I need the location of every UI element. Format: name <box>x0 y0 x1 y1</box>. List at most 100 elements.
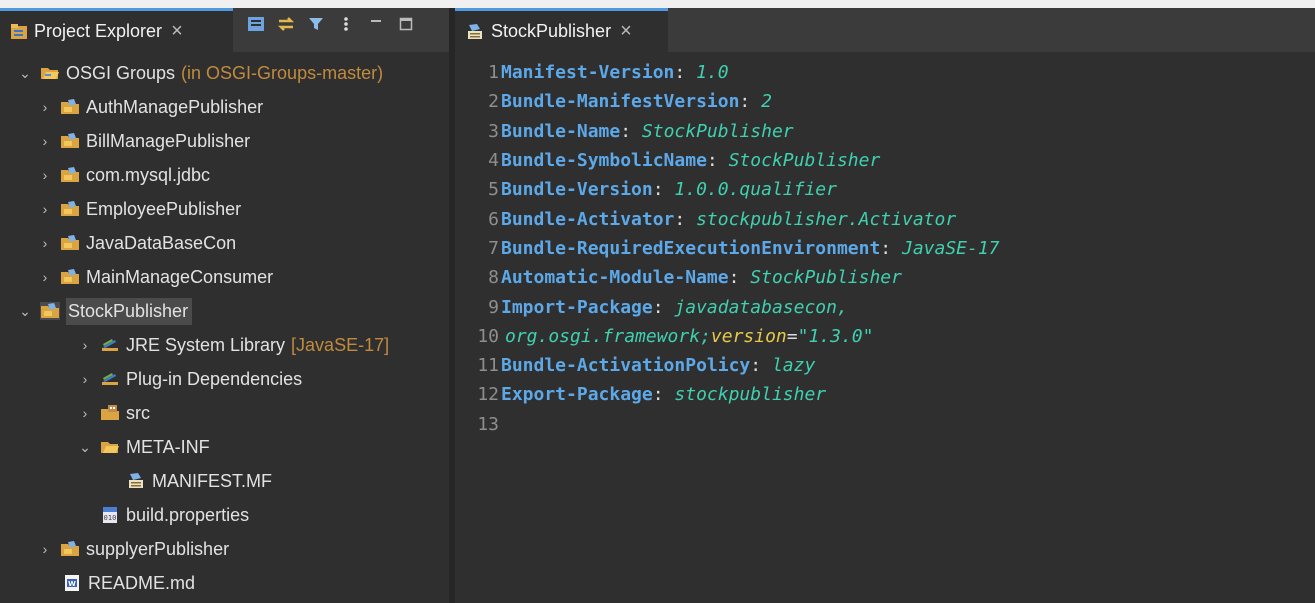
tree-item-employeepublisher[interactable]: › EmployeePublisher <box>38 194 241 224</box>
tree-item-supplyerpublisher[interactable]: › supplyerPublisher <box>38 534 229 564</box>
tree-item-label: build.properties <box>126 504 250 525</box>
header-key: Bundle-RequiredExecutionEnvironment <box>501 237 881 259</box>
tree-item-readme-md[interactable]: W README.md <box>62 568 195 598</box>
attribute-value: "1.3.0" <box>797 325 874 347</box>
tree-item-label: META-INF <box>126 436 210 457</box>
header-value: JavaSE-17 <box>901 237 1000 259</box>
line-number: 4 <box>488 150 499 172</box>
code-line: 8 Automatic-Module-Name: StockPublisher <box>455 263 1000 292</box>
header-key: Bundle-Name <box>501 120 621 142</box>
tab-label: StockPublisher <box>491 21 612 41</box>
header-value: org.osgi.framework; <box>505 325 711 347</box>
plugin-project-icon <box>40 302 60 320</box>
minimize-icon[interactable] <box>367 15 385 33</box>
code-line: 10 org.osgi.framework; version = "1.3.0" <box>455 322 1000 351</box>
header-key: Export-Package <box>501 384 653 406</box>
svg-text:010: 010 <box>104 514 117 522</box>
tree-item-osgi-groups[interactable]: ⌄ OSGI Groups (in OSGI-Groups-master) <box>18 58 383 88</box>
line-number: 13 <box>477 413 499 435</box>
tree-item-mainmanageconsumer[interactable]: › MainManageConsumer <box>38 262 273 292</box>
chevron-right-icon[interactable]: › <box>78 405 92 421</box>
chevron-right-icon[interactable]: › <box>38 269 52 285</box>
chevron-right-icon[interactable]: › <box>38 235 52 251</box>
close-icon[interactable]: × <box>171 20 183 43</box>
tree-item-com-mysql-jdbc[interactable]: › com.mysql.jdbc <box>38 160 210 190</box>
tree-item-plugin-dependencies[interactable]: › Plug-in Dependencies <box>78 364 302 394</box>
header-key: Bundle-SymbolicName <box>501 150 707 172</box>
header-key: Bundle-ActivationPolicy <box>501 355 751 377</box>
header-value: StockPublisher <box>641 120 794 142</box>
tree-item-label: BillManagePublisher <box>86 130 251 151</box>
svg-text:W: W <box>68 580 76 588</box>
tree-item-stockpublisher[interactable]: ⌄ StockPublisher <box>18 296 193 326</box>
code-line: 1 Manifest-Version: 1.0 <box>455 58 1000 87</box>
chevron-down-icon[interactable]: ⌄ <box>18 303 32 320</box>
equals-sign: = <box>786 325 798 347</box>
chevron-right-icon[interactable]: › <box>38 133 52 149</box>
code-line: 5 Bundle-Version: 1.0.0.qualifier <box>455 175 1000 204</box>
manifest-file-icon <box>126 472 146 490</box>
tree-item-label: JRE System Library <box>126 334 286 355</box>
chevron-right-icon[interactable]: › <box>38 167 52 183</box>
code-line: 4 Bundle-SymbolicName: StockPublisher <box>455 146 1000 175</box>
line-number: 6 <box>488 208 499 230</box>
project-explorer-tabbar: Project Explorer × <box>0 8 449 52</box>
chevron-right-icon[interactable]: › <box>78 337 92 353</box>
close-icon[interactable]: × <box>620 20 632 43</box>
tree-item-label: README.md <box>88 572 196 593</box>
tree-item-src[interactable]: › src <box>78 398 150 428</box>
tree-item-jre-system-library[interactable]: › JRE System Library [JavaSE-17] <box>78 330 389 360</box>
source-folder-icon <box>100 404 120 422</box>
link-with-editor-icon[interactable] <box>277 15 295 33</box>
header-value: 1.0 <box>696 62 729 84</box>
tree-item-authmanagepublisher[interactable]: › AuthManagePublisher <box>38 92 263 122</box>
project-explorer-view: Project Explorer × ⌄ OSGI Groups (in OSG… <box>0 8 449 603</box>
header-value: stockpublisher <box>674 384 827 406</box>
tree-item-label: OSGI Groups <box>66 62 176 83</box>
collapse-all-icon[interactable] <box>247 15 265 33</box>
plugin-project-icon <box>60 234 80 252</box>
tree-item-label: com.mysql.jdbc <box>86 164 211 185</box>
tab-stockpublisher[interactable]: StockPublisher × <box>455 8 668 52</box>
chevron-right-icon[interactable]: › <box>78 371 92 387</box>
code-line: 3 Bundle-Name: StockPublisher <box>455 117 1000 146</box>
line-number: 3 <box>488 120 499 142</box>
line-number: 8 <box>488 267 499 289</box>
plugin-project-icon <box>60 132 80 150</box>
code-line: 12 Export-Package: stockpublisher <box>455 380 1000 409</box>
project-explorer-icon <box>10 23 28 41</box>
chevron-down-icon[interactable]: ⌄ <box>18 65 32 82</box>
code-line: 2 Bundle-ManifestVersion: 2 <box>455 87 1000 116</box>
chevron-right-icon[interactable]: › <box>38 201 52 217</box>
chevron-right-icon[interactable]: › <box>38 541 52 557</box>
header-value: StockPublisher <box>750 267 902 289</box>
tree-item-billmanagepublisher[interactable]: › BillManagePublisher <box>38 126 250 156</box>
view-menu-icon[interactable] <box>337 15 355 33</box>
tree-item-label: src <box>126 402 150 423</box>
filter-icon[interactable] <box>307 15 325 33</box>
code-area[interactable]: 1 Manifest-Version: 1.0 2 Bundle-ManifestV… <box>455 58 1000 439</box>
plugin-project-icon <box>60 268 80 286</box>
line-number: 1 <box>488 62 499 84</box>
code-line: 6 Bundle-Activator: stockpublisher.Activa… <box>455 204 1000 233</box>
chevron-down-icon[interactable]: ⌄ <box>78 439 92 456</box>
tree-item-build-properties[interactable]: 010 build.properties <box>100 500 249 530</box>
plugin-project-icon <box>60 540 80 558</box>
maximize-icon[interactable] <box>397 15 415 33</box>
tree-item-manifest-mf[interactable]: MANIFEST.MF <box>126 466 272 496</box>
tree-item-javadatabasecon[interactable]: › JavaDataBaseCon <box>38 228 236 258</box>
tree-item-meta-inf[interactable]: ⌄ META-INF <box>78 432 210 462</box>
working-set-folder-icon <box>40 64 60 82</box>
line-number: 10 <box>477 325 499 347</box>
header-value: 1.0.0.qualifier <box>674 179 837 201</box>
tab-project-explorer[interactable]: Project Explorer × <box>0 8 233 52</box>
folder-icon <box>100 438 120 456</box>
tree-item-label: Plug-in Dependencies <box>126 368 303 389</box>
chevron-right-icon[interactable]: › <box>38 99 52 115</box>
code-line: 7 Bundle-RequiredExecutionEnvironment: Ja… <box>455 234 1000 263</box>
line-number: 9 <box>488 296 499 318</box>
attribute-name: version <box>710 325 787 347</box>
tree-item-label: MANIFEST.MF <box>152 470 272 491</box>
header-key: Bundle-Version <box>501 179 653 201</box>
library-icon <box>100 336 120 354</box>
